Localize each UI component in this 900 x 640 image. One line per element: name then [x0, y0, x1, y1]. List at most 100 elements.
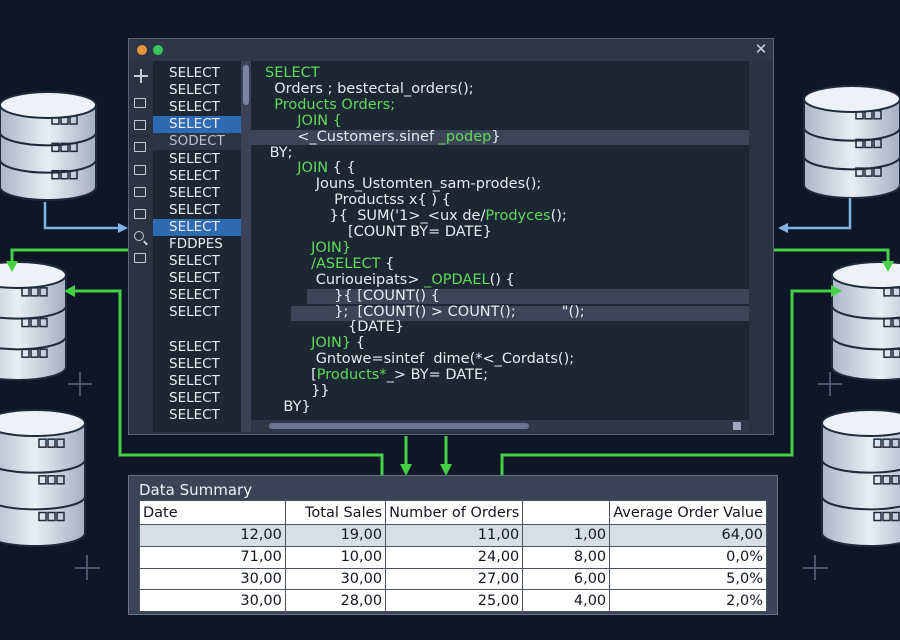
query-list-item[interactable] [153, 322, 241, 339]
code-text: }; [COUNT() > COUNT(); "(); [265, 303, 585, 320]
query-list-item[interactable]: SELECT [153, 390, 241, 407]
data-summary-panel: Data Summary Date Total Sales Number of … [128, 475, 778, 615]
code-text: (); [550, 208, 567, 225]
code-text: _> BY= DATE; [386, 367, 488, 384]
code-text: <_Customers.sinef [265, 128, 439, 145]
column-header[interactable]: Average Order Value [609, 500, 767, 525]
query-list-item[interactable]: SELECT [153, 304, 241, 321]
query-list-item[interactable]: SELECT [153, 116, 241, 134]
query-list-item[interactable]: SELECT [153, 185, 241, 202]
query-list-item[interactable]: SELECT [153, 168, 241, 185]
connector-arrow [778, 223, 788, 233]
query-list-item[interactable]: SODECT [153, 133, 241, 151]
code-text: BY} [265, 398, 311, 415]
code-keyword: _podep [438, 128, 492, 145]
minimize-dot-icon[interactable] [137, 45, 147, 55]
query-list-item[interactable]: SELECT [153, 287, 241, 304]
sidebar-scrollbar[interactable] [241, 61, 251, 432]
title-bar: ✕ [129, 39, 773, 61]
table-cell: 24,00 [385, 545, 524, 569]
database-icon [803, 85, 900, 199]
query-list-item[interactable]: SELECT [153, 202, 241, 219]
table-cell: 30,00 [139, 589, 286, 612]
code-keyword: JOIN [265, 160, 329, 177]
query-list-item[interactable]: SELECT [153, 99, 241, 116]
query-list-item[interactable]: SELECT [153, 218, 241, 236]
table-cell: 25,00 [385, 589, 524, 612]
sidebar-scroll-thumb[interactable] [243, 65, 249, 105]
table-cell: 27,00 [385, 567, 524, 591]
database-icon [821, 409, 900, 547]
code-line: [Products*_> BY= DATE; [265, 367, 488, 384]
file-icon[interactable] [134, 187, 146, 197]
query-list-item[interactable]: SELECT [153, 356, 241, 373]
column-header[interactable]: Total Sales [284, 500, 387, 525]
code-keyword: JOIN} [265, 239, 352, 256]
connector-line [786, 198, 852, 230]
table-row[interactable]: 12,00 19,00 11,00 1,00 64,00 [139, 524, 767, 547]
code-line: Products Orders; [265, 97, 395, 114]
folder-icon[interactable] [134, 98, 146, 108]
code-line: }{ SUM('1>_<ux de/Prodyces(); [265, 208, 567, 225]
code-text: Orders ; bestectal_orders(); [265, 80, 474, 97]
code-editor[interactable]: SELECT Orders ; bestectal_orders(); Prod… [251, 61, 749, 422]
close-icon[interactable]: ✕ [753, 41, 769, 57]
code-line: Curioueipats> _OPDAEL() { [265, 272, 515, 289]
column-header[interactable] [522, 500, 611, 525]
table-cell: 6,00 [522, 567, 611, 591]
code-scroll-thumb[interactable] [269, 423, 529, 429]
file-icon[interactable] [134, 165, 146, 175]
query-list: SELECT SELECT SELECT SELECT SODECT SELECT SELE… [153, 61, 241, 432]
file-icon[interactable] [134, 209, 146, 219]
activity-bar [129, 61, 153, 432]
query-list-item[interactable]: SELECT [153, 151, 241, 168]
file-icon[interactable] [134, 253, 146, 263]
search-icon[interactable] [134, 231, 144, 241]
query-list-item[interactable]: FDDPES [153, 236, 241, 253]
code-text: {DATE} [265, 319, 405, 336]
code-line: Jouns_Ustomten_sam-prodes(); [265, 176, 542, 193]
query-list-item[interactable]: SELECT [153, 373, 241, 390]
connector-arrow [118, 223, 128, 233]
summary-table: Date Total Sales Number of Orders Averag… [139, 500, 767, 612]
table-row[interactable]: 30,00 30,00 27,00 6,00 5,0% [139, 567, 767, 591]
add-icon[interactable] [134, 69, 148, 83]
file-icon[interactable] [134, 142, 146, 152]
code-text: () { [489, 271, 515, 288]
code-text: [COUNT BY= DATE} [265, 224, 492, 240]
connector-line [43, 202, 120, 230]
table-cell: 11,00 [385, 524, 524, 547]
code-line: Orders ; bestectal_orders(); [265, 80, 474, 98]
code-line: BY} [265, 398, 311, 416]
database-icon [0, 261, 67, 381]
column-header[interactable]: Date [139, 500, 286, 525]
code-text: { [351, 335, 365, 352]
query-list-item[interactable]: SELECT [153, 82, 241, 99]
code-line: }} [265, 383, 329, 400]
code-keyword: JOIN} [265, 335, 352, 352]
query-list-item[interactable]: SELECT [153, 65, 241, 82]
code-keyword: Prodyces [485, 208, 551, 225]
query-list-item[interactable]: SELECT [153, 253, 241, 270]
table-cell: 5,0% [609, 567, 767, 591]
code-line: Productss x{ ) { [265, 192, 451, 209]
code-text: } [491, 128, 501, 145]
scroll-end-icon[interactable] [733, 422, 741, 430]
database-icon [831, 261, 900, 381]
table-cell: 8,00 [522, 545, 611, 569]
folder-icon[interactable] [134, 120, 146, 130]
table-row[interactable]: 30,00 28,00 25,00 4,00 2,0% [139, 589, 767, 612]
table-cell: 12,00 [139, 524, 286, 547]
query-list-item[interactable]: SELECT [153, 270, 241, 287]
query-list-item[interactable]: SELECT [153, 407, 241, 424]
code-line: }; [COUNT() > COUNT(); "(); [265, 304, 585, 321]
code-text: { [380, 255, 395, 272]
code-text: Productss x{ ) { [265, 192, 451, 209]
code-line: /ASELECT { [265, 256, 394, 273]
code-line: {DATE} [265, 319, 404, 336]
query-list-item[interactable]: SELECT [153, 339, 241, 356]
code-text: [ [265, 367, 317, 384]
column-header[interactable]: Number of Orders [385, 500, 524, 525]
maximize-dot-icon[interactable] [153, 45, 163, 55]
table-row[interactable]: 71,00 10,00 24,00 8,00 0,0% [139, 545, 767, 569]
